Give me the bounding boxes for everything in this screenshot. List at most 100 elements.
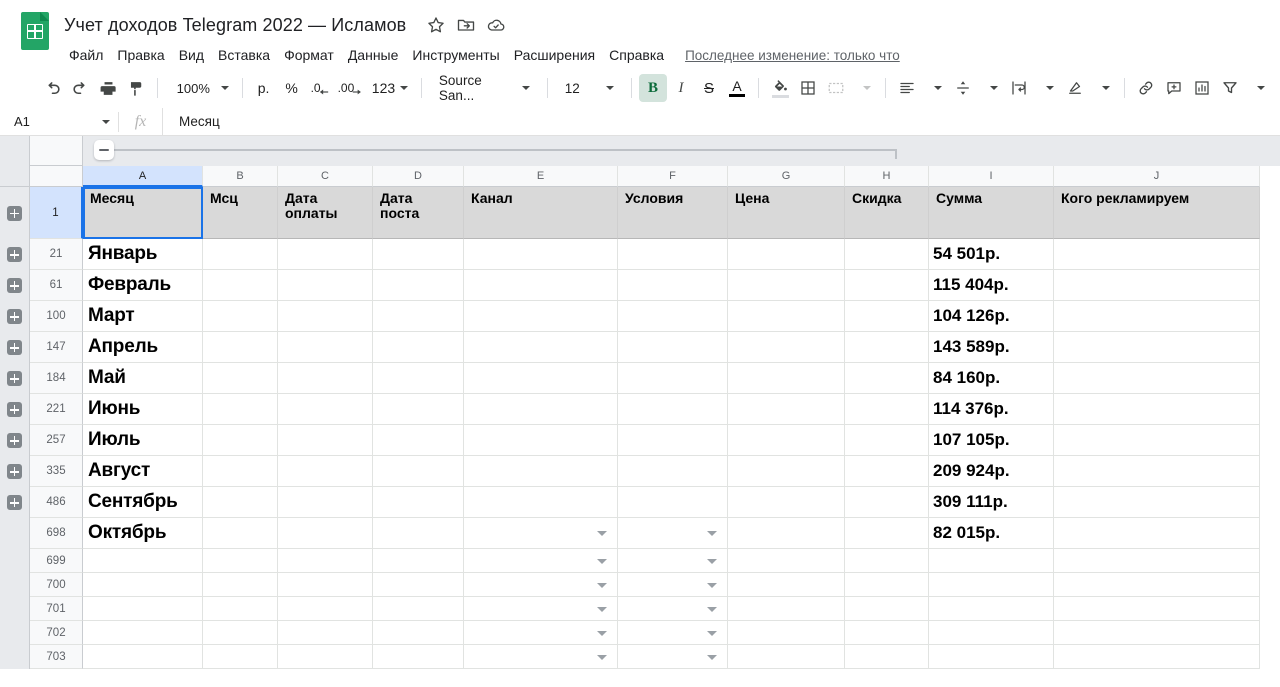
cell-E703[interactable] — [464, 645, 618, 669]
cell-E257[interactable] — [464, 425, 618, 456]
cell-B61[interactable] — [203, 270, 278, 301]
cell-C703[interactable] — [278, 645, 373, 669]
cell-J703[interactable] — [1054, 645, 1260, 669]
horizontal-align-dropdown[interactable] — [921, 74, 949, 102]
cell-H257[interactable] — [845, 425, 929, 456]
select-all-corner[interactable] — [30, 166, 83, 187]
cell-J100[interactable] — [1054, 301, 1260, 332]
cell-F486[interactable] — [618, 487, 728, 518]
cell-E699[interactable] — [464, 549, 618, 573]
cell-C61[interactable] — [278, 270, 373, 301]
cell-J335[interactable] — [1054, 456, 1260, 487]
row-outline-gutter[interactable] — [0, 363, 30, 394]
google-sheets-icon[interactable] — [18, 10, 52, 54]
row-outline-gutter[interactable] — [0, 456, 30, 487]
cell-D700[interactable] — [373, 573, 464, 597]
cell-B486[interactable] — [203, 487, 278, 518]
cell-dropdown-chevron-icon[interactable] — [707, 558, 717, 564]
expand-group-button[interactable] — [7, 278, 22, 293]
cell-J486[interactable] — [1054, 487, 1260, 518]
menu-item-edit[interactable]: Правка — [110, 44, 171, 66]
cell-G701[interactable] — [728, 597, 845, 621]
formula-input[interactable]: Месяц — [162, 107, 1280, 136]
print-icon[interactable] — [94, 74, 122, 102]
text-wrap-dropdown[interactable] — [1033, 74, 1061, 102]
row-header-702[interactable]: 702 — [30, 621, 83, 645]
cell-C700[interactable] — [278, 573, 373, 597]
column-header-b[interactable]: B — [203, 166, 278, 187]
column-header-h[interactable]: H — [845, 166, 929, 187]
cell-D701[interactable] — [373, 597, 464, 621]
cell-B257[interactable] — [203, 425, 278, 456]
cell-B701[interactable] — [203, 597, 278, 621]
column-header-e[interactable]: E — [464, 166, 618, 187]
menu-item-data[interactable]: Данные — [341, 44, 406, 66]
cell-H700[interactable] — [845, 573, 929, 597]
cell-C221[interactable] — [278, 394, 373, 425]
cell-B699[interactable] — [203, 549, 278, 573]
cell-A257[interactable]: Июль — [83, 425, 203, 456]
cell-F147[interactable] — [618, 332, 728, 363]
cell-J1[interactable]: Кого рекламируем — [1054, 187, 1260, 239]
cell-G147[interactable] — [728, 332, 845, 363]
text-wrap-icon[interactable] — [1005, 74, 1033, 102]
cell-D1[interactable]: Дата поста — [373, 187, 464, 239]
cell-G486[interactable] — [728, 487, 845, 518]
row-header-221[interactable]: 221 — [30, 394, 83, 425]
cell-D335[interactable] — [373, 456, 464, 487]
cell-B221[interactable] — [203, 394, 278, 425]
merge-cells-icon[interactable] — [822, 74, 850, 102]
cell-C100[interactable] — [278, 301, 373, 332]
cell-H100[interactable] — [845, 301, 929, 332]
row-outline-gutter[interactable] — [0, 394, 30, 425]
cell-E335[interactable] — [464, 456, 618, 487]
column-header-i[interactable]: I — [929, 166, 1054, 187]
cell-E700[interactable] — [464, 573, 618, 597]
cell-F61[interactable] — [618, 270, 728, 301]
menu-item-insert[interactable]: Вставка — [211, 44, 277, 66]
cell-J698[interactable] — [1054, 518, 1260, 549]
cell-I703[interactable] — [929, 645, 1054, 669]
row-header-701[interactable]: 701 — [30, 597, 83, 621]
cell-I700[interactable] — [929, 573, 1054, 597]
cell-C486[interactable] — [278, 487, 373, 518]
cell-D61[interactable] — [373, 270, 464, 301]
last-edit-link[interactable]: Последнее изменение: только что — [685, 48, 900, 63]
number-format-select[interactable]: 123 — [366, 74, 414, 102]
row-outline-gutter[interactable] — [0, 239, 30, 270]
cell-A699[interactable] — [83, 549, 203, 573]
cell-F21[interactable] — [618, 239, 728, 270]
percent-format-button[interactable]: % — [278, 74, 306, 102]
menu-item-file[interactable]: Файл — [62, 44, 110, 66]
row-outline-gutter[interactable] — [0, 301, 30, 332]
cell-A147[interactable]: Апрель — [83, 332, 203, 363]
cell-F221[interactable] — [618, 394, 728, 425]
cell-F703[interactable] — [618, 645, 728, 669]
text-rotation-icon[interactable] — [1061, 74, 1089, 102]
cell-D703[interactable] — [373, 645, 464, 669]
row-outline-gutter[interactable] — [0, 425, 30, 456]
column-header-c[interactable]: C — [278, 166, 373, 187]
row-header-21[interactable]: 21 — [30, 239, 83, 270]
cell-E1[interactable]: Канал — [464, 187, 618, 239]
cell-A700[interactable] — [83, 573, 203, 597]
cell-C702[interactable] — [278, 621, 373, 645]
row-header-335[interactable]: 335 — [30, 456, 83, 487]
cell-D698[interactable] — [373, 518, 464, 549]
cell-A698[interactable]: Октябрь — [83, 518, 203, 549]
cell-J21[interactable] — [1054, 239, 1260, 270]
row-header-184[interactable]: 184 — [30, 363, 83, 394]
cell-D221[interactable] — [373, 394, 464, 425]
cell-dropdown-chevron-icon[interactable] — [597, 558, 607, 564]
menu-item-help[interactable]: Справка — [602, 44, 671, 66]
cell-F100[interactable] — [618, 301, 728, 332]
cell-H184[interactable] — [845, 363, 929, 394]
cell-H61[interactable] — [845, 270, 929, 301]
row-header-700[interactable]: 700 — [30, 573, 83, 597]
cell-F701[interactable] — [618, 597, 728, 621]
menu-item-format[interactable]: Формат — [277, 44, 341, 66]
menu-item-extensions[interactable]: Расширения — [507, 44, 602, 66]
cell-A1[interactable]: Месяц — [83, 187, 203, 239]
borders-icon[interactable] — [794, 74, 822, 102]
italic-button[interactable]: I — [667, 74, 695, 102]
